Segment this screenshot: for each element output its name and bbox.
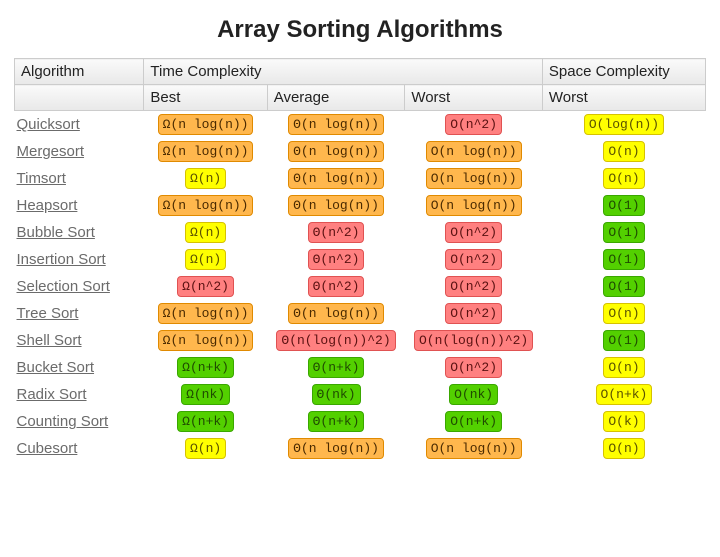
complexity-space: O(1) xyxy=(603,222,644,243)
algorithm-link[interactable]: Timsort xyxy=(17,170,66,187)
complexity-space: O(n) xyxy=(603,357,644,378)
algorithm-link[interactable]: Tree Sort xyxy=(17,305,79,322)
complexity-space: O(log(n)) xyxy=(584,114,664,135)
complexity-space: O(n) xyxy=(603,303,644,324)
algorithm-link[interactable]: Bubble Sort xyxy=(17,224,95,241)
algorithm-link[interactable]: Counting Sort xyxy=(17,413,109,430)
complexity-average: Θ(n^2) xyxy=(308,222,365,243)
table-row: Radix Sort Ω(nk) Θ(nk) O(nk) O(n+k) xyxy=(15,381,706,408)
table-row: Tree Sort Ω(n log(n)) Θ(n log(n)) O(n^2) O(n… xyxy=(15,300,706,327)
header-blank xyxy=(15,85,144,111)
complexity-space: O(1) xyxy=(603,276,644,297)
complexity-worst: O(n log(n)) xyxy=(426,141,522,162)
complexity-best: Ω(n log(n)) xyxy=(158,114,254,135)
sorting-table: Algorithm Time Complexity Space Complexi… xyxy=(14,58,706,462)
complexity-average: Θ(n log(n)) xyxy=(288,114,384,135)
complexity-average: Θ(n(log(n))^2) xyxy=(276,330,395,351)
complexity-average: Θ(n log(n)) xyxy=(288,438,384,459)
complexity-average: Θ(n log(n)) xyxy=(288,141,384,162)
table-row: Quicksort Ω(n log(n)) Θ(n log(n)) O(n^2) O(l… xyxy=(15,111,706,139)
algorithm-link[interactable]: Heapsort xyxy=(17,197,78,214)
complexity-space: O(n) xyxy=(603,168,644,189)
complexity-best: Ω(n) xyxy=(185,438,226,459)
complexity-worst: O(n^2) xyxy=(445,114,502,135)
complexity-average: Θ(n log(n)) xyxy=(288,303,384,324)
algorithm-link[interactable]: Shell Sort xyxy=(17,332,82,349)
algorithm-link[interactable]: Insertion Sort xyxy=(17,251,106,268)
complexity-worst: O(nk) xyxy=(449,384,498,405)
table-row: Counting Sort Ω(n+k) Θ(n+k) O(n+k) O(k) xyxy=(15,408,706,435)
complexity-space: O(k) xyxy=(603,411,644,432)
complexity-space: O(n) xyxy=(603,141,644,162)
header-space-worst: Worst xyxy=(542,85,705,111)
complexity-space: O(1) xyxy=(603,195,644,216)
complexity-space: O(n+k) xyxy=(596,384,653,405)
table-row: Timsort Ω(n) Θ(n log(n)) O(n log(n)) O(n) xyxy=(15,165,706,192)
header-algorithm: Algorithm xyxy=(15,59,144,85)
complexity-best: Ω(nk) xyxy=(181,384,230,405)
header-best: Best xyxy=(144,85,267,111)
complexity-worst: O(n(log(n))^2) xyxy=(414,330,533,351)
table-row: Insertion Sort Ω(n) Θ(n^2) O(n^2) O(1) xyxy=(15,246,706,273)
complexity-best: Ω(n log(n)) xyxy=(158,141,254,162)
algorithm-link[interactable]: Mergesort xyxy=(17,143,85,160)
algorithm-link[interactable]: Cubesort xyxy=(17,440,78,457)
complexity-average: Θ(nk) xyxy=(312,384,361,405)
complexity-worst: O(n^2) xyxy=(445,276,502,297)
complexity-space: O(1) xyxy=(603,249,644,270)
complexity-best: Ω(n) xyxy=(185,222,226,243)
complexity-best: Ω(n log(n)) xyxy=(158,303,254,324)
header-worst: Worst xyxy=(405,85,543,111)
complexity-best: Ω(n) xyxy=(185,168,226,189)
complexity-worst: O(n^2) xyxy=(445,303,502,324)
table-row: Selection Sort Ω(n^2) Θ(n^2) O(n^2) O(1) xyxy=(15,273,706,300)
complexity-worst: O(n log(n)) xyxy=(426,168,522,189)
complexity-best: Ω(n^2) xyxy=(177,276,234,297)
table-row: Heapsort Ω(n log(n)) Θ(n log(n)) O(n log(n)… xyxy=(15,192,706,219)
complexity-best: Ω(n log(n)) xyxy=(158,330,254,351)
complexity-space: O(1) xyxy=(603,330,644,351)
complexity-average: Θ(n+k) xyxy=(308,357,365,378)
table-row: Bucket Sort Ω(n+k) Θ(n+k) O(n^2) O(n) xyxy=(15,354,706,381)
header-time: Time Complexity xyxy=(144,59,542,85)
complexity-best: Ω(n+k) xyxy=(177,357,234,378)
table-row: Shell Sort Ω(n log(n)) Θ(n(log(n))^2) O(n(l… xyxy=(15,327,706,354)
complexity-best: Ω(n+k) xyxy=(177,411,234,432)
complexity-worst: O(n^2) xyxy=(445,249,502,270)
header-space: Space Complexity xyxy=(542,59,705,85)
complexity-best: Ω(n) xyxy=(185,249,226,270)
page-title: Array Sorting Algorithms xyxy=(14,16,706,44)
header-average: Average xyxy=(267,85,405,111)
complexity-average: Θ(n log(n)) xyxy=(288,168,384,189)
complexity-worst: O(n+k) xyxy=(445,411,502,432)
algorithm-link[interactable]: Quicksort xyxy=(17,116,80,133)
complexity-worst: O(n log(n)) xyxy=(426,195,522,216)
table-row: Mergesort Ω(n log(n)) Θ(n log(n)) O(n log(n… xyxy=(15,138,706,165)
complexity-average: Θ(n+k) xyxy=(308,411,365,432)
complexity-worst: O(n log(n)) xyxy=(426,438,522,459)
algorithm-link[interactable]: Radix Sort xyxy=(17,386,87,403)
table-row: Bubble Sort Ω(n) Θ(n^2) O(n^2) O(1) xyxy=(15,219,706,246)
complexity-best: Ω(n log(n)) xyxy=(158,195,254,216)
complexity-average: Θ(n^2) xyxy=(308,276,365,297)
complexity-average: Θ(n log(n)) xyxy=(288,195,384,216)
complexity-space: O(n) xyxy=(603,438,644,459)
algorithm-link[interactable]: Selection Sort xyxy=(17,278,110,295)
table-row: Cubesort Ω(n) Θ(n log(n)) O(n log(n)) O(n) xyxy=(15,435,706,462)
complexity-worst: O(n^2) xyxy=(445,222,502,243)
complexity-average: Θ(n^2) xyxy=(308,249,365,270)
complexity-worst: O(n^2) xyxy=(445,357,502,378)
algorithm-link[interactable]: Bucket Sort xyxy=(17,359,95,376)
